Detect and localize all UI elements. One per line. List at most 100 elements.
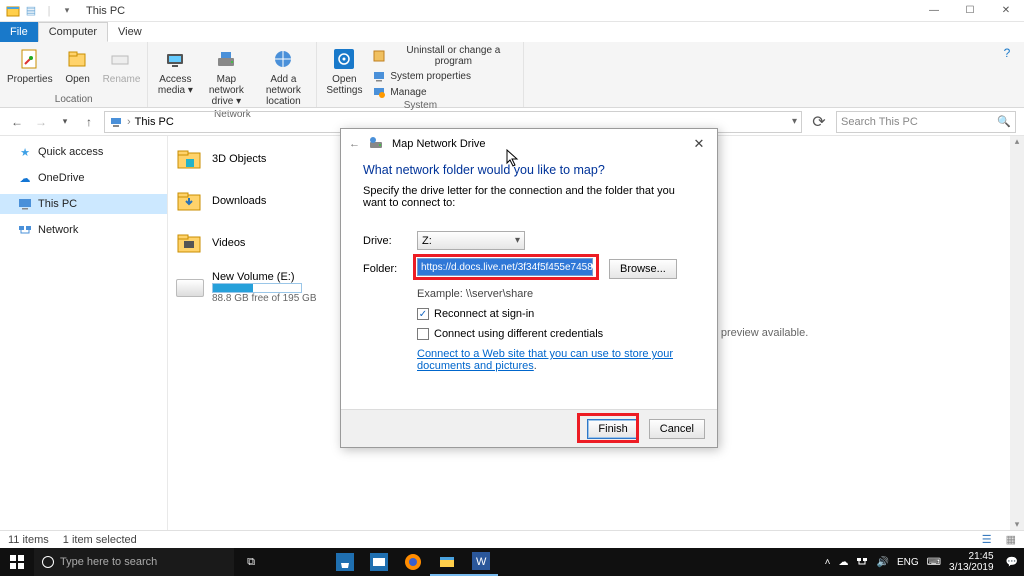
sidebar-item-label: Network [38,224,78,236]
action-center-icon[interactable]: 💬 [1006,557,1018,568]
properties-icon [17,46,43,72]
view-details-icon[interactable]: ☰ [982,533,992,546]
taskbar-search-placeholder: Type here to search [60,556,157,568]
tray-volume-icon[interactable]: 🔊 [876,557,888,568]
ribbon-group-network: Access media ▾ Map network drive ▾ Add a… [148,42,317,107]
ribbon-tabs: File Computer View [0,22,1024,42]
recent-dropdown[interactable]: ▾ [56,113,74,131]
dialog-title: Map Network Drive [392,138,486,150]
properties-button[interactable]: Properties [4,44,56,94]
open-button[interactable]: Open [58,44,98,94]
map-drive-label: Map network drive ▾ [203,74,249,107]
taskbar-app-mail[interactable] [362,548,396,576]
map-drive-icon [213,46,239,72]
taskbar-app-store[interactable] [328,548,362,576]
system-tray[interactable]: ˄ ☁ 🔊 ENG ⌨ 21:45 3/13/2019 💬 [819,551,1024,573]
up-button[interactable]: ↑ [80,113,98,131]
back-button[interactable]: ← [8,113,26,131]
explorer-icon [6,4,20,18]
tray-language[interactable]: ENG [897,557,919,568]
drive-usage-bar [212,283,302,293]
tab-view[interactable]: View [108,22,152,42]
folder-icon [176,229,204,257]
ribbon: Properties Open Rename Location Access m… [0,42,1024,108]
sidebar-item-onedrive[interactable]: ☁ OneDrive [0,168,167,188]
search-icon: 🔍 [997,115,1011,128]
view-tiles-icon[interactable]: ▦ [1006,533,1016,546]
system-properties-button[interactable]: System properties [369,68,519,84]
tray-chevron-icon[interactable]: ˄ [825,557,831,568]
scrollbar[interactable]: ▴▾ [1010,136,1024,530]
dialog-back-icon[interactable]: ← [349,138,360,150]
folder-input[interactable]: https://d.docs.live.net/3f34f5f455e7458 [417,258,593,276]
preview-message: No preview available. [704,327,809,339]
dialog-heading: What network folder would you like to ma… [363,163,695,177]
tray-onedrive-icon[interactable]: ☁ [838,557,848,568]
drive-select[interactable]: Z: [417,231,525,250]
rename-icon [108,46,134,72]
qat-save-icon[interactable]: ▤ [24,4,38,18]
open-settings-button[interactable]: Open Settings [321,44,367,100]
maximize-button[interactable]: ☐ [952,0,988,22]
taskbar-app-word[interactable]: W [464,548,498,576]
sidebar-item-network[interactable]: Network [0,220,167,240]
sidebar-item-label: Quick access [38,146,103,158]
media-icon [162,46,188,72]
sidebar-item-this-pc[interactable]: This PC [0,194,167,214]
minimize-button[interactable]: — [916,0,952,22]
taskbar-app-explorer[interactable] [430,548,464,576]
reconnect-label: Reconnect at sign-in [434,308,534,320]
tab-computer[interactable]: Computer [38,22,108,42]
task-view-button[interactable]: ⧉ [234,548,268,576]
cancel-button[interactable]: Cancel [649,419,705,439]
star-icon: ★ [18,145,32,159]
drive-value: Z: [422,235,432,247]
cloud-icon: ☁ [18,171,32,185]
browse-button[interactable]: Browse... [609,259,677,279]
open-label: Open [65,74,89,85]
sidebar: ★ Quick access ☁ OneDrive This PC Networ… [0,136,168,530]
settings-icon [331,46,357,72]
clock-date: 3/13/2019 [949,562,994,573]
access-media-button[interactable]: Access media ▾ [152,44,198,109]
manage-button[interactable]: Manage [369,84,519,100]
tray-network-icon[interactable] [856,555,868,570]
qat-divider: | [42,4,56,18]
qat-dropdown[interactable]: ▾ [60,4,74,18]
dialog-header: ← Map Network Drive ✕ [341,129,717,159]
search-box[interactable]: Search This PC 🔍 [836,111,1016,133]
checkbox-checked-icon: ✓ [417,308,429,320]
breadcrumb[interactable]: This PC [135,116,174,128]
forward-button[interactable]: → [32,113,50,131]
taskbar-search[interactable]: Type here to search [34,548,234,576]
drive-label: New Volume (E:) [212,271,317,283]
folder-label: Downloads [212,195,266,207]
dialog-close-button[interactable]: ✕ [689,136,709,152]
uninstall-button[interactable]: Uninstall or change a program [369,44,519,68]
start-button[interactable] [0,548,34,576]
ribbon-group-system: Open Settings Uninstall or change a prog… [317,42,524,107]
refresh-button[interactable]: ⟳ [808,111,830,133]
close-button[interactable]: ✕ [988,0,1024,22]
clock-time: 21:45 [949,551,994,562]
example-text: Example: \\server\share [417,288,695,300]
sidebar-item-quick-access[interactable]: ★ Quick access [0,142,167,162]
ribbon-help-icon[interactable]: ? [990,42,1024,107]
finish-button[interactable]: Finish [587,419,638,439]
taskbar: Type here to search ⧉ W ˄ ☁ 🔊 ENG ⌨ 21:4… [0,548,1024,576]
taskbar-app-firefox[interactable] [396,548,430,576]
status-bar: 11 items 1 item selected ☰ ▦ [0,530,1024,548]
web-storage-link[interactable]: Connect to a Web site that you can use t… [417,348,673,372]
add-network-location-button[interactable]: Add a network location [254,44,312,109]
credentials-checkbox[interactable]: Connect using different credentials [417,328,695,340]
tab-file[interactable]: File [0,22,38,42]
dialog-icon [368,135,384,154]
folder-label: Videos [212,237,245,249]
taskbar-clock[interactable]: 21:45 3/13/2019 [949,551,998,573]
network-icon [18,223,32,237]
map-drive-button[interactable]: Map network drive ▾ [200,44,252,109]
reconnect-checkbox[interactable]: ✓ Reconnect at sign-in [417,308,695,320]
tray-keyboard-icon[interactable]: ⌨ [927,557,941,568]
address-dropdown[interactable]: ▾ [792,116,797,127]
cortana-icon [42,556,54,568]
